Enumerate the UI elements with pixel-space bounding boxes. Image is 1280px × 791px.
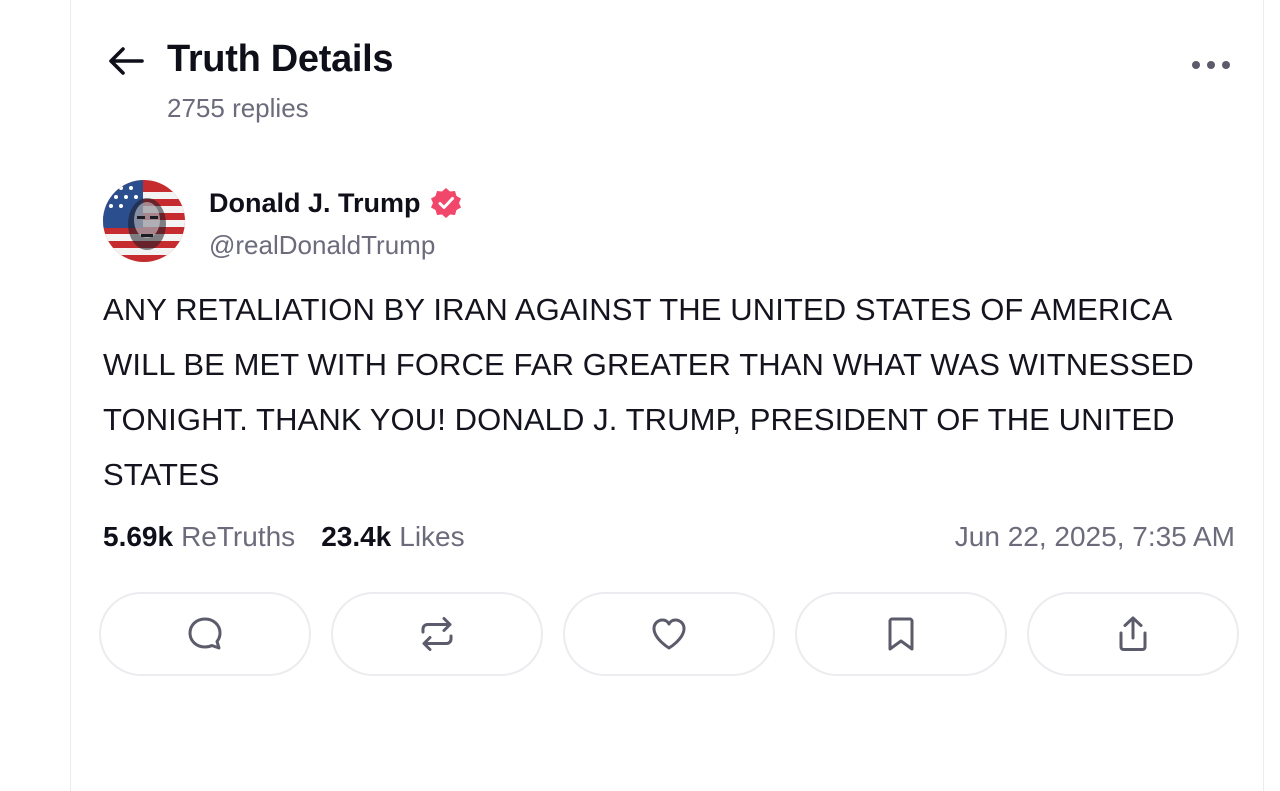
author-name-text: Donald J. Trump [209, 187, 421, 218]
arrow-left-icon [109, 47, 144, 75]
share-icon [1119, 616, 1147, 651]
share-button[interactable] [1027, 592, 1239, 676]
post-text: ANY RETALIATION BY IRAN AGAINST THE UNIT… [103, 292, 1194, 492]
truth-detail-panel: Truth Details 2755 replies Donald J. Tru… [70, 0, 1264, 791]
retruths-label: ReTruths [181, 521, 296, 552]
page-title: Truth Details [167, 38, 394, 80]
likes-stat[interactable]: 23.4k Likes [321, 521, 464, 553]
likes-count: 23.4k [321, 521, 392, 552]
avatar[interactable] [103, 180, 185, 262]
like-button[interactable] [563, 592, 775, 676]
bookmark-icon [888, 617, 914, 651]
bookmark-button[interactable] [795, 592, 1007, 676]
reply-button[interactable] [99, 592, 311, 676]
author-handle[interactable]: @realDonaldTrump [209, 230, 435, 261]
retruths-stat[interactable]: 5.69k ReTruths [103, 521, 295, 553]
repost-icon [421, 617, 453, 651]
post-timestamp: Jun 22, 2025, 7:35 AM [954, 521, 1235, 552]
verified-badge-icon [429, 186, 463, 220]
heart-icon [652, 618, 686, 650]
action-bar [99, 592, 1239, 678]
ellipsis-icon [1192, 61, 1230, 69]
comment-icon [188, 617, 222, 650]
author-name[interactable]: Donald J. Trump [209, 186, 463, 220]
replies-count: 2755 replies [167, 93, 309, 123]
likes-label: Likes [399, 521, 465, 552]
back-button[interactable] [107, 42, 145, 80]
more-options-button[interactable] [1189, 50, 1233, 80]
post-stats: 5.69k ReTruths 23.4k Likes Jun 22, 2025,… [103, 521, 1235, 553]
retruth-button[interactable] [331, 592, 543, 676]
page-header: Truth Details 2755 replies [71, 0, 1263, 140]
retruths-count: 5.69k [103, 521, 174, 552]
